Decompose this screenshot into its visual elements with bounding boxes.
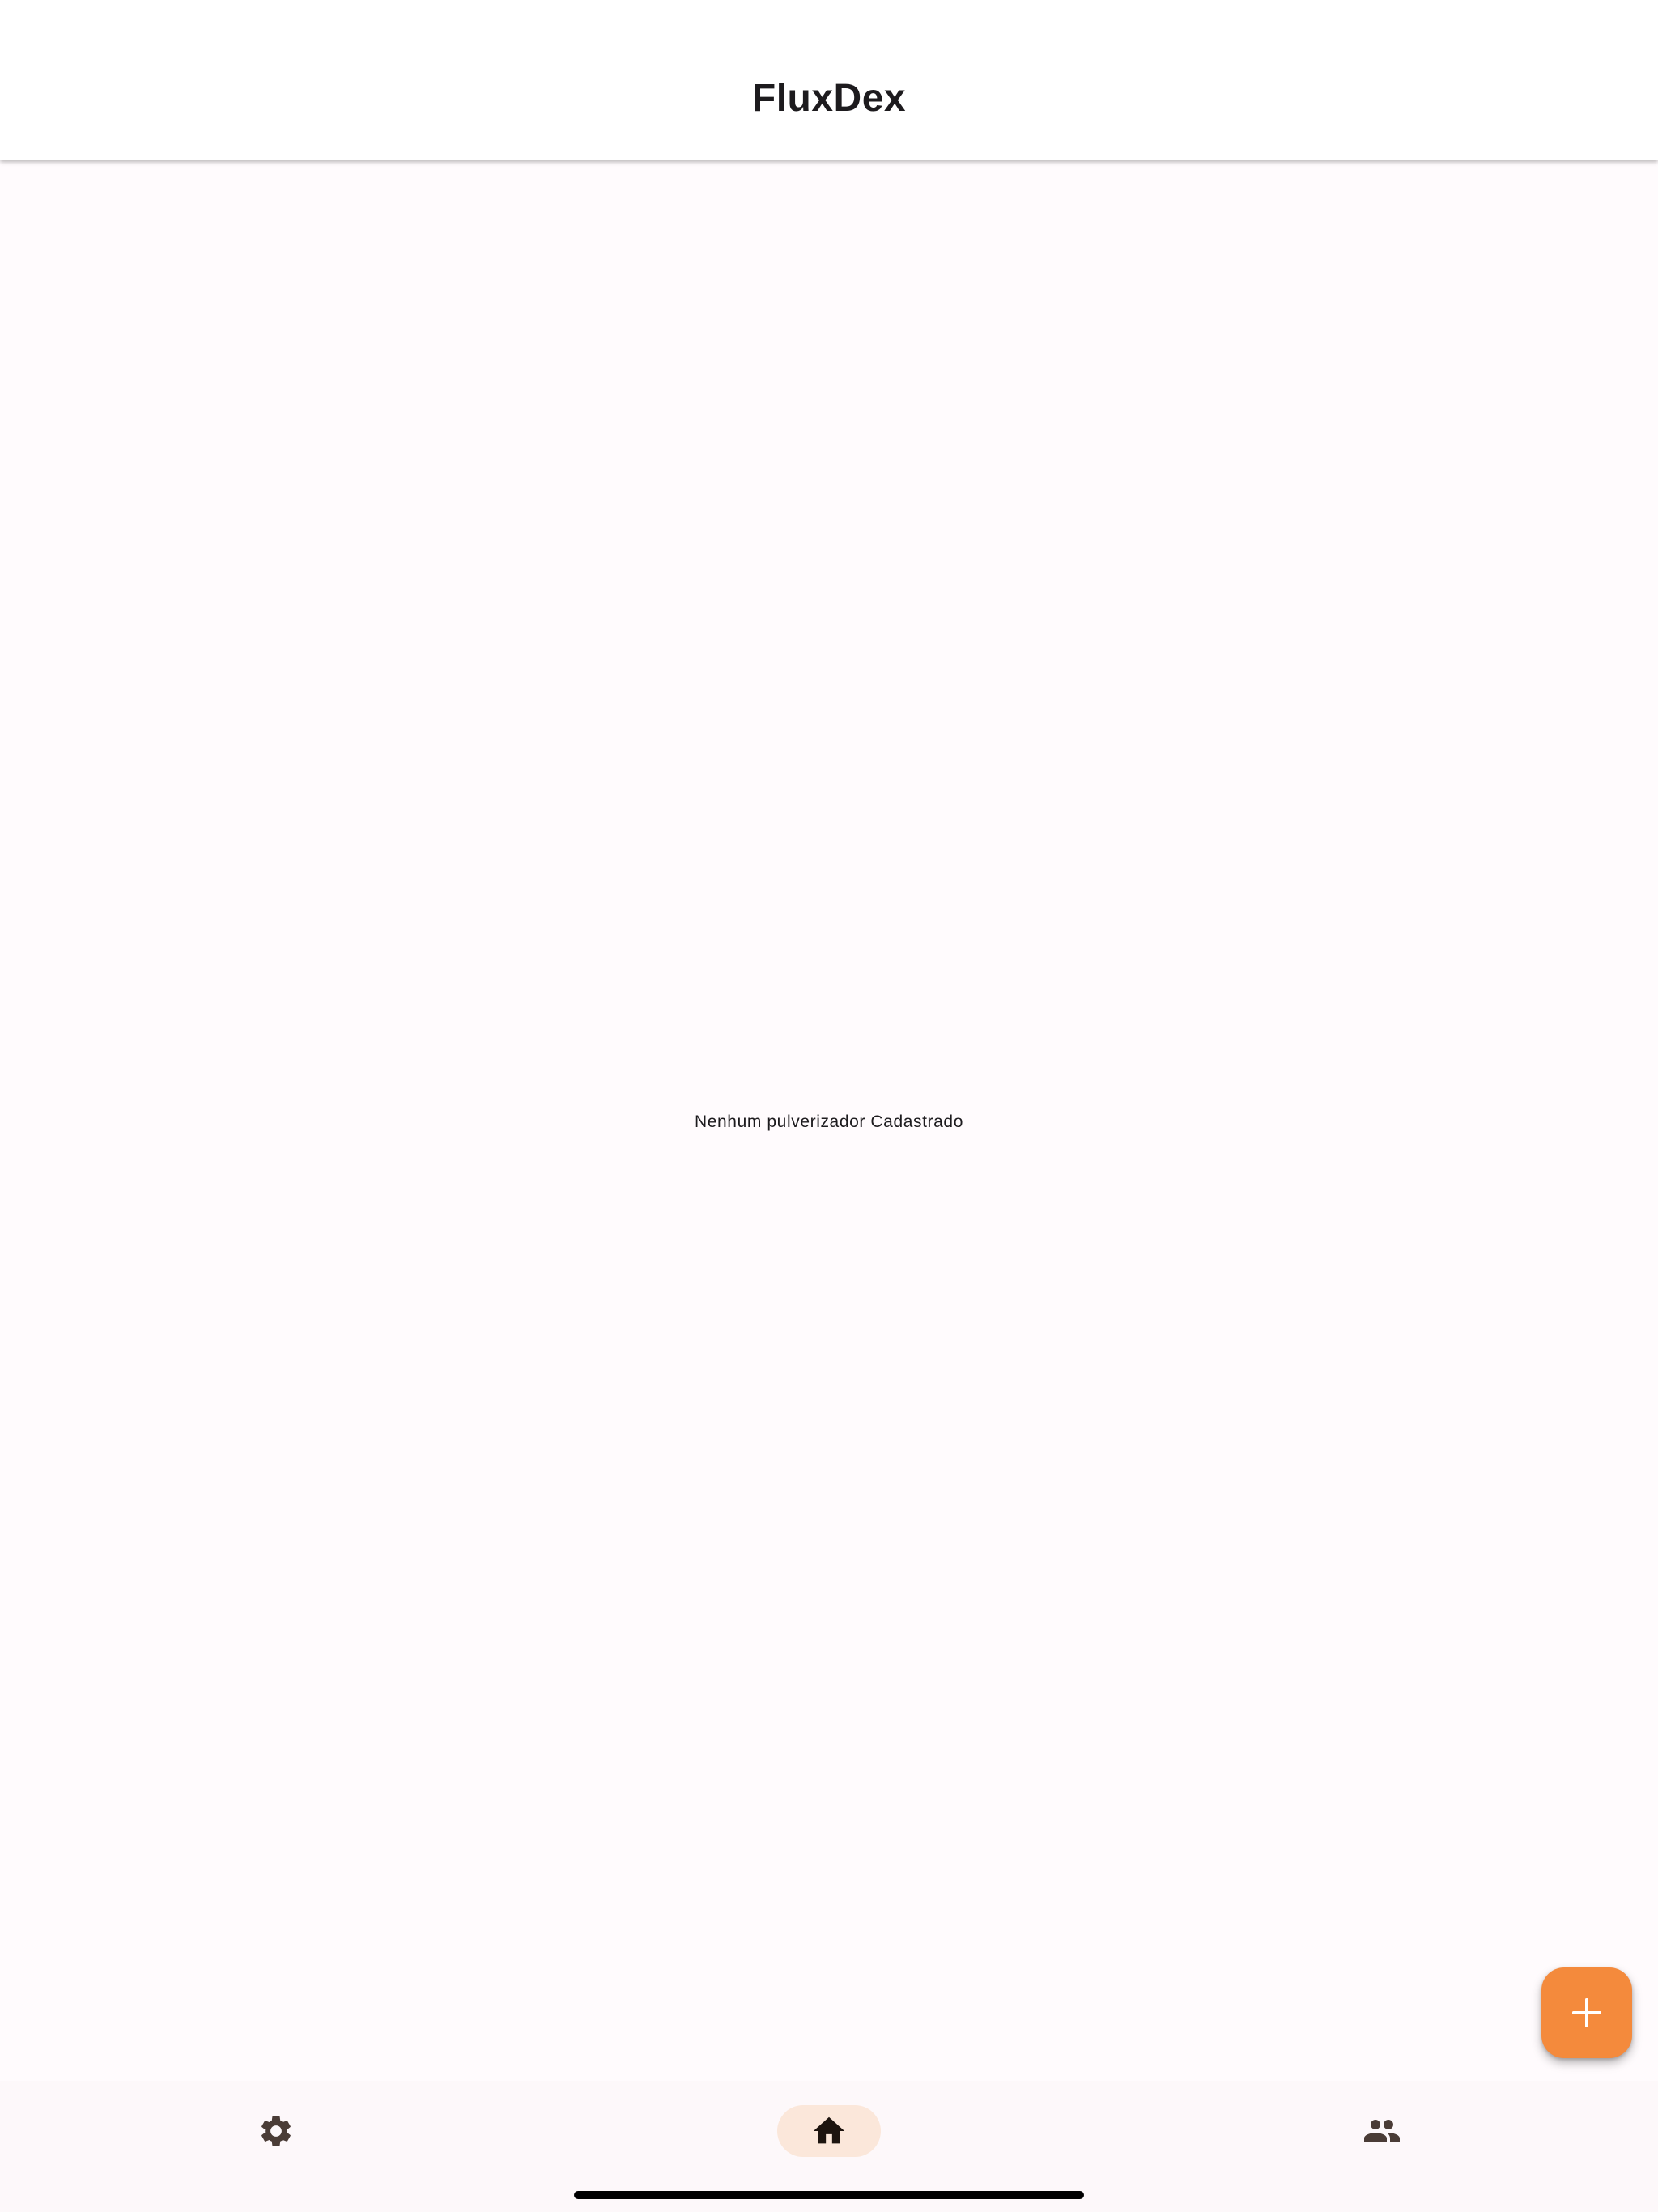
empty-state-message: Nenhum pulverizador Cadastrado <box>694 1112 963 1131</box>
page-title: FluxDex <box>751 77 907 120</box>
nav-item-settings[interactable] <box>224 2105 328 2157</box>
system-home-indicator[interactable] <box>574 2191 1084 2199</box>
add-sprayer-button[interactable] <box>1541 1967 1632 2058</box>
gear-icon <box>261 2116 291 2146</box>
people-icon <box>1364 2120 1400 2142</box>
nav-item-home[interactable] <box>777 2105 881 2157</box>
nav-item-people[interactable] <box>1330 2105 1434 2157</box>
app-bar: FluxDex <box>0 0 1658 160</box>
plus-icon <box>1572 1998 1601 2027</box>
app-screen: FluxDex Nenhum pulverizador Cadastrado <box>0 0 1658 2212</box>
home-icon <box>813 2116 845 2144</box>
